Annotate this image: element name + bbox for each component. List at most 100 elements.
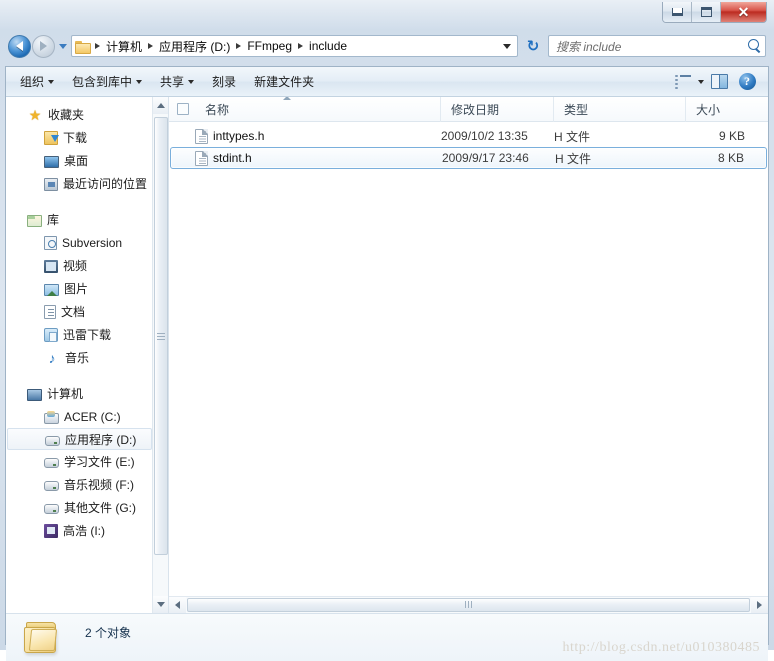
table-row[interactable]: stdint.h 2009/9/17 23:46 H 文件 8 KB (170, 147, 767, 169)
column-header-date[interactable]: 修改日期 (441, 97, 554, 122)
preview-pane-button[interactable] (706, 70, 732, 93)
sidebar-item-desktop[interactable]: 桌面 (6, 149, 152, 172)
scrollbar-track[interactable] (153, 114, 168, 596)
table-row[interactable]: inttypes.h 2009/10/2 13:35 H 文件 9 KB (170, 125, 767, 147)
scroll-right-button[interactable] (751, 596, 768, 613)
sidebar-item-drive-i[interactable]: 高浩 (I:) (6, 519, 152, 542)
chevron-down-icon (136, 79, 143, 84)
thunder-download-icon (44, 328, 58, 342)
views-list-icon (675, 74, 691, 90)
sidebar-group-libraries[interactable]: 库 (6, 208, 152, 231)
sidebar-item-drive-d[interactable]: 应用程序 (D:) (7, 428, 152, 450)
breadcrumb-item-1[interactable]: 应用程序 (D:) (156, 38, 233, 55)
toolbar-item-label: 包含到库中 (72, 75, 133, 89)
sidebar-item-drive-f[interactable]: 音乐视频 (F:) (6, 473, 152, 496)
toolbar-new-folder-button[interactable]: 新建文件夹 (245, 70, 323, 93)
music-icon: ♪ (48, 349, 56, 366)
minimize-button[interactable] (663, 2, 692, 22)
subversion-icon (44, 236, 57, 250)
history-dropdown-icon[interactable] (59, 43, 67, 49)
column-headers: 名称 修改日期 类型 大小 (169, 97, 768, 122)
sidebar-item-documents[interactable]: 文档 (6, 300, 152, 323)
sidebar-item-drive-c[interactable]: ACER (C:) (6, 405, 152, 428)
drive-icon (44, 458, 59, 468)
toolbar-include-in-library-button[interactable]: 包含到库中 (63, 70, 151, 93)
file-date-cell: 2009/10/2 13:35 (441, 129, 528, 143)
breadcrumb-separator-icon (95, 43, 100, 49)
chevron-down-icon[interactable] (503, 43, 511, 49)
checkbox-icon[interactable] (177, 103, 189, 115)
sidebar-item-pictures[interactable]: 图片 (6, 277, 152, 300)
search-box[interactable]: 搜索 include (548, 35, 766, 57)
sidebar-item-recent-places[interactable]: 最近访问的位置 (6, 172, 152, 195)
breadcrumb-item-3[interactable]: include (306, 39, 350, 53)
drive-icon (44, 504, 59, 514)
command-toolbar: 组织 包含到库中 共享 刻录 新建文件夹 ? (6, 67, 768, 97)
sidebar-group-favorites[interactable]: ★ 收藏夹 (6, 103, 152, 126)
toolbar-item-label: 组织 (20, 75, 45, 89)
scrollbar-thumb[interactable] (187, 597, 750, 612)
scroll-left-button[interactable] (169, 596, 186, 613)
column-header-label: 修改日期 (451, 102, 500, 117)
column-header-label: 大小 (696, 102, 721, 117)
close-icon: ✕ (737, 4, 750, 20)
watermark-text: http://blog.csdn.net/u010380485 (562, 640, 760, 655)
sidebar-item-thunder-download[interactable]: 迅雷下载 (6, 323, 152, 346)
sidebar-item-drive-g[interactable]: 其他文件 (G:) (6, 496, 152, 519)
pictures-icon (44, 283, 59, 296)
toolbar-item-label: 共享 (160, 75, 185, 89)
sidebar-item-drive-e[interactable]: 学习文件 (E:) (6, 450, 152, 473)
grip-icon (465, 601, 472, 608)
column-header-type[interactable]: 类型 (554, 97, 686, 122)
file-name: stdint.h (213, 151, 252, 165)
file-name-cell: stdint.h (171, 150, 442, 166)
chevron-down-icon[interactable] (698, 79, 704, 84)
column-header-name[interactable]: 名称 (195, 97, 441, 122)
sidebar-item-music[interactable]: ♪ 音乐 (6, 346, 152, 369)
toolbar-item-label: 刻录 (212, 75, 237, 89)
scrollbar-track[interactable] (186, 596, 751, 613)
preview-pane-icon (710, 74, 728, 89)
status-bar: 2 个对象 http://blog.csdn.net/u010380485 (6, 613, 768, 661)
breadcrumb-separator-icon (236, 43, 242, 49)
scroll-up-button[interactable] (153, 97, 168, 114)
drive-icon (45, 435, 60, 446)
navigation-pane-scrollbar[interactable] (152, 97, 168, 613)
chevron-down-icon (48, 79, 55, 84)
help-button[interactable]: ? (734, 70, 760, 93)
column-header-size[interactable]: 大小 (686, 97, 768, 122)
file-list-pane: 名称 修改日期 类型 大小 inttypes.h 2009/10/2 13:35… (169, 97, 768, 613)
download-icon (44, 131, 59, 145)
sidebar-item-downloads[interactable]: 下载 (6, 126, 152, 149)
arrow-left-icon (16, 41, 23, 51)
forward-button[interactable] (32, 34, 55, 58)
select-all-header[interactable] (169, 97, 195, 122)
sidebar-group-computer[interactable]: 计算机 (6, 382, 152, 405)
navigation-buttons (8, 34, 71, 58)
toolbar-organize-button[interactable]: 组织 (11, 70, 63, 93)
address-bar[interactable]: 计算机 应用程序 (D:) FFmpeg include (71, 35, 518, 57)
arrow-right-icon (40, 41, 47, 51)
sidebar-item-label: 迅雷下载 (63, 328, 112, 342)
breadcrumb-item-0[interactable]: 计算机 (103, 38, 145, 55)
file-size-cell: 8 KB (717, 151, 744, 165)
file-name: inttypes.h (213, 129, 265, 143)
sidebar-item-label: 音乐视频 (F:) (64, 478, 134, 492)
back-button[interactable] (8, 34, 31, 58)
toolbar-burn-button[interactable]: 刻录 (203, 70, 245, 93)
refresh-icon[interactable]: ↻ (523, 36, 543, 56)
scroll-down-button[interactable] (153, 596, 168, 613)
search-input[interactable]: 搜索 include (556, 38, 747, 55)
sidebar-item-subversion[interactable]: Subversion (6, 231, 152, 254)
file-type-cell: H 文件 (554, 129, 591, 144)
sidebar-item-videos[interactable]: 视频 (6, 254, 152, 277)
body-split: ★ 收藏夹 下载 桌面 最近访问的位置 库 Subversion 视频 图片 文… (6, 97, 768, 613)
file-list-horizontal-scrollbar[interactable] (169, 596, 768, 613)
change-view-button[interactable] (670, 70, 696, 93)
close-button[interactable]: ✕ (721, 2, 766, 22)
column-header-label: 名称 (205, 102, 230, 117)
maximize-button[interactable] (692, 2, 721, 22)
scrollbar-thumb[interactable] (154, 117, 168, 555)
breadcrumb-item-2[interactable]: FFmpeg (244, 39, 295, 53)
toolbar-share-button[interactable]: 共享 (151, 70, 203, 93)
